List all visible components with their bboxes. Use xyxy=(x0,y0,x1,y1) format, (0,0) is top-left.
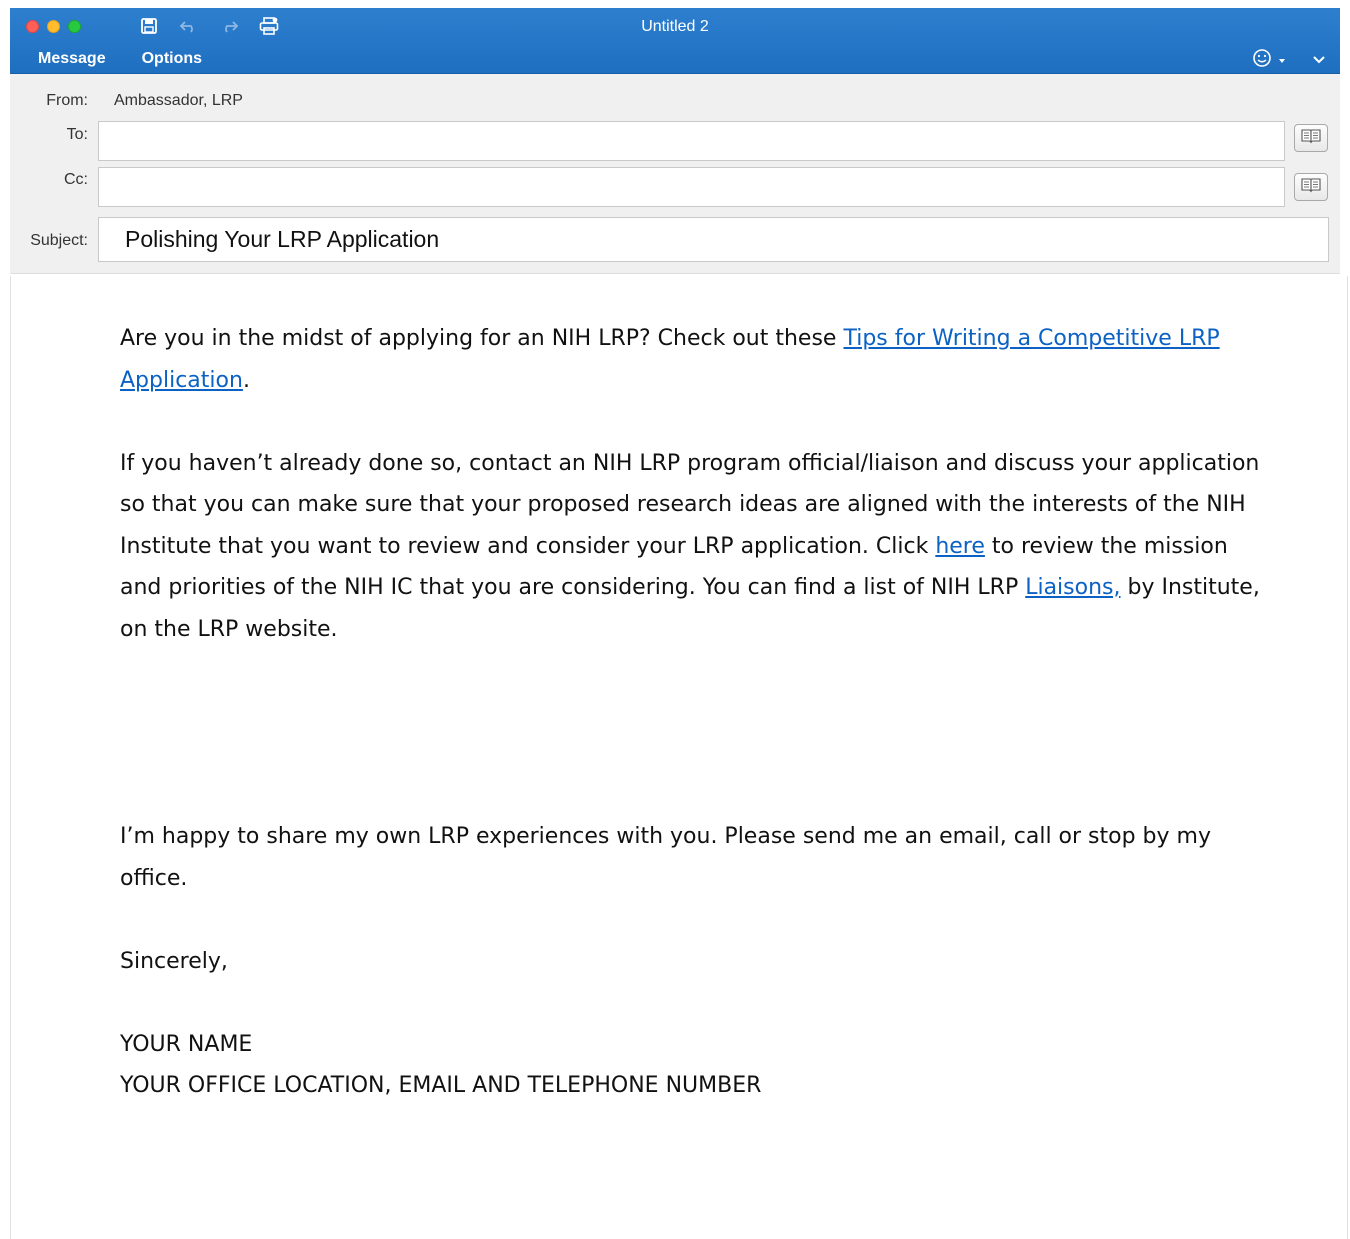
to-field[interactable] xyxy=(98,121,1285,161)
to-label: To: xyxy=(66,126,88,143)
chevron-down-icon[interactable] xyxy=(1312,52,1326,70)
window-title: Untitled 2 xyxy=(641,18,709,35)
body-paragraph-contact: If you haven’t already done so, contact … xyxy=(120,450,1260,642)
signature-name: YOUR NAME xyxy=(120,1031,253,1057)
from-account[interactable]: Ambassador, LRP xyxy=(114,92,243,110)
address-book-icon xyxy=(1301,128,1321,149)
here-link[interactable]: here xyxy=(935,534,985,559)
message-header: From: Ambassador, LRP To: Cc: Subject: xyxy=(10,74,1340,274)
cc-field[interactable] xyxy=(98,167,1285,207)
address-book-icon xyxy=(1301,177,1321,198)
liaisons-link[interactable]: Liaisons, xyxy=(1025,575,1120,600)
from-label: From: xyxy=(46,92,88,109)
ribbon-right-controls xyxy=(1252,48,1326,73)
subject-label: Subject: xyxy=(30,232,88,249)
cc-label: Cc: xyxy=(64,171,88,188)
tab-message[interactable]: Message xyxy=(38,50,106,68)
closing-text: Sincerely, xyxy=(120,948,228,974)
smiley-icon[interactable] xyxy=(1252,48,1272,73)
message-content: Are you in the midst of applying for an … xyxy=(120,318,1260,1107)
cc-address-book-button[interactable] xyxy=(1294,173,1328,201)
body-paragraph-share: I’m happy to share my own LRP experience… xyxy=(120,824,1211,891)
smiley-dropdown-icon[interactable] xyxy=(1278,52,1286,70)
subject-field[interactable] xyxy=(98,217,1329,262)
signature-details: YOUR OFFICE LOCATION, EMAIL AND TELEPHON… xyxy=(120,1073,762,1098)
body-paragraph-tips: Are you in the midst of applying for an … xyxy=(120,326,1220,393)
tab-options[interactable]: Options xyxy=(142,50,202,68)
ribbon-tabs: Message Options xyxy=(38,50,202,68)
message-body[interactable]: Are you in the midst of applying for an … xyxy=(10,276,1348,1239)
to-address-book-button[interactable] xyxy=(1294,124,1328,152)
window-titlebar: Untitled 2 Message Options xyxy=(10,8,1340,74)
